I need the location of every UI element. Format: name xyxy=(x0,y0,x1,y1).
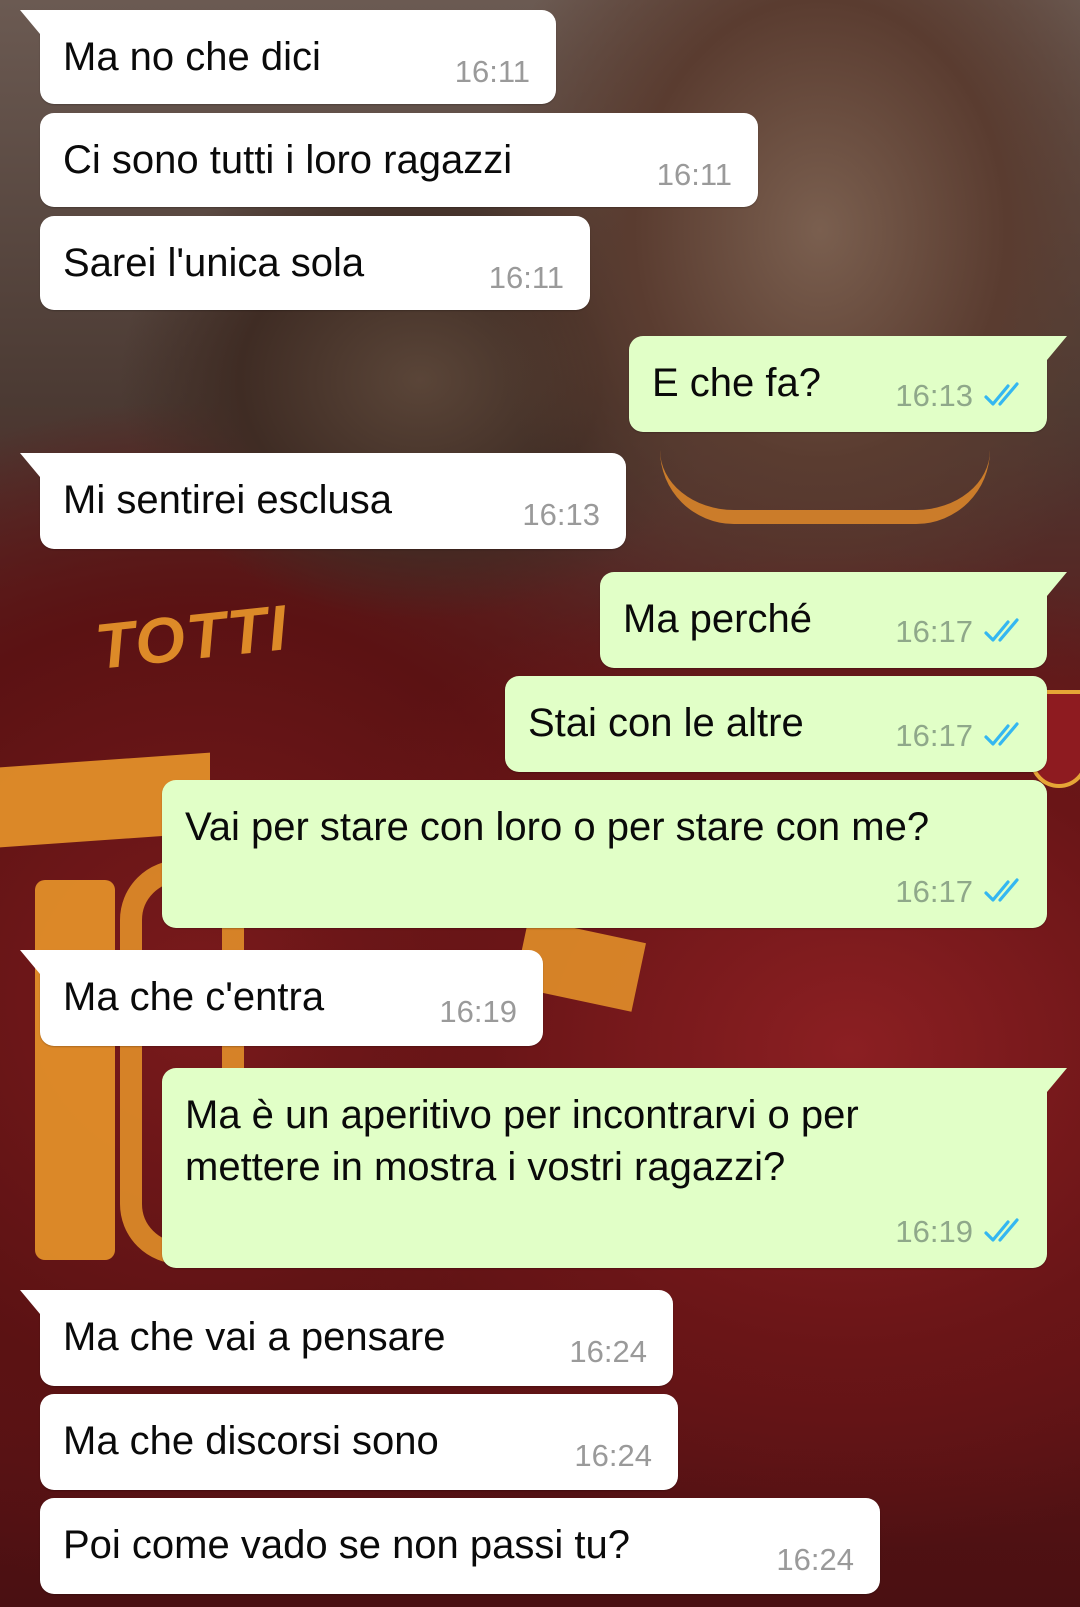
read-receipt-icon xyxy=(984,878,1019,902)
message-bubble-incoming[interactable]: Ma no che dici 16:11 xyxy=(20,10,556,104)
message-time: 16:19 xyxy=(439,994,517,1029)
message-list[interactable]: Ma no che dici 16:11 Ci sono tutti i lor… xyxy=(0,0,1080,1607)
message-time: 16:24 xyxy=(574,1438,652,1473)
message-bubble-incoming[interactable]: Ma che c'entra 16:19 xyxy=(20,950,543,1046)
message-bubble-outgoing[interactable]: Stai con le altre 16:17 xyxy=(505,676,1047,772)
message-text: Ma no che dici xyxy=(63,35,321,79)
message-text: Mi sentirei esclusa xyxy=(63,478,393,522)
message-text: Vai per stare con loro o per stare con m… xyxy=(185,805,930,849)
message-time: 16:17 xyxy=(895,718,973,753)
message-text: E che fa? xyxy=(652,361,822,405)
message-text: Ma perché xyxy=(623,597,812,641)
message-bubble-outgoing[interactable]: Ma è un aperitivo per incontrarvi o per … xyxy=(162,1068,1067,1268)
message-time: 16:13 xyxy=(895,378,973,413)
message-time: 16:19 xyxy=(895,1214,973,1249)
message-text: Ma che discorsi sono xyxy=(63,1419,439,1463)
message-bubble-incoming[interactable]: Ci sono tutti i loro ragazzi 16:11 xyxy=(40,113,758,207)
message-time: 16:24 xyxy=(569,1334,647,1369)
message-time: 16:17 xyxy=(895,874,973,909)
message-time: 16:11 xyxy=(454,54,530,89)
message-bubble-incoming[interactable]: Ma che vai a pensare 16:24 xyxy=(20,1290,673,1386)
message-time: 16:11 xyxy=(656,157,732,192)
message-text: Ci sono tutti i loro ragazzi xyxy=(63,138,513,182)
message-time: 16:24 xyxy=(776,1542,854,1577)
message-text: Stai con le altre xyxy=(528,701,804,745)
message-time: 16:17 xyxy=(895,614,973,649)
message-time: 16:13 xyxy=(522,497,600,532)
read-receipt-icon xyxy=(984,722,1019,746)
message-bubble-incoming[interactable]: Sarei l'unica sola 16:11 xyxy=(40,216,590,310)
message-bubble-incoming[interactable]: Ma che discorsi sono 16:24 xyxy=(40,1394,678,1490)
message-bubble-outgoing[interactable]: Vai per stare con loro o per stare con m… xyxy=(162,780,1047,928)
message-bubble-outgoing[interactable]: Ma perché 16:17 xyxy=(600,572,1067,668)
read-receipt-icon xyxy=(984,1218,1019,1242)
read-receipt-icon xyxy=(984,618,1019,642)
message-bubble-incoming[interactable]: Mi sentirei esclusa 16:13 xyxy=(20,453,626,549)
read-receipt-icon xyxy=(984,382,1019,406)
message-text: Ma che vai a pensare xyxy=(63,1315,446,1359)
message-bubble-incoming[interactable]: Poi come vado se non passi tu? 16:24 xyxy=(40,1498,880,1594)
message-text: Poi come vado se non passi tu? xyxy=(63,1523,631,1567)
message-text: Sarei l'unica sola xyxy=(63,241,365,285)
message-time: 16:11 xyxy=(488,260,564,295)
message-text: Ma che c'entra xyxy=(63,975,325,1019)
message-text: Ma è un aperitivo per incontrarvi o per … xyxy=(185,1093,859,1189)
message-bubble-outgoing[interactable]: E che fa? 16:13 xyxy=(629,336,1067,432)
